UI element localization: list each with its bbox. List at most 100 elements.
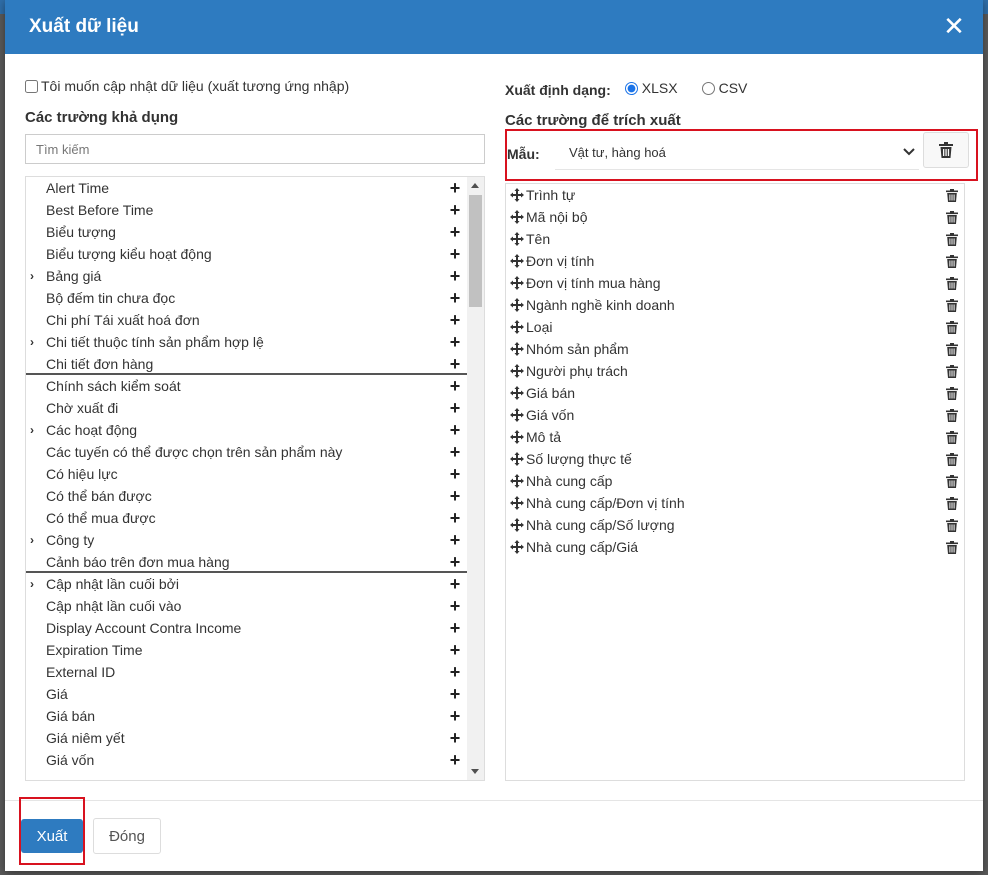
xlsx-radio-input[interactable] [624, 81, 638, 95]
move-icon[interactable] [510, 540, 524, 554]
trash-icon[interactable] [946, 475, 958, 488]
export-field-item[interactable]: Người phụ trách [506, 360, 964, 382]
available-field-item[interactable]: Giá + [26, 683, 468, 705]
trash-icon[interactable] [946, 541, 958, 554]
plus-icon[interactable]: + [448, 243, 462, 265]
scrollbar[interactable] [467, 177, 484, 780]
export-field-item[interactable]: Giá bán [506, 382, 964, 404]
plus-icon[interactable]: + [448, 573, 462, 595]
move-icon[interactable] [510, 386, 524, 400]
plus-icon[interactable]: + [448, 749, 462, 771]
plus-icon[interactable]: + [448, 419, 462, 441]
format-csv-radio[interactable]: CSV [701, 80, 747, 96]
trash-icon[interactable] [946, 233, 958, 246]
available-field-item[interactable]: Chờ xuất đi + [26, 397, 468, 419]
export-field-item[interactable]: Loại [506, 316, 964, 338]
chevron-right-icon[interactable]: › [30, 331, 40, 353]
trash-icon[interactable] [946, 321, 958, 334]
trash-icon[interactable] [946, 387, 958, 400]
available-field-item[interactable]: Có thể bán được + [26, 485, 468, 507]
available-field-item[interactable]: Bộ đếm tin chưa đọc + [26, 287, 468, 309]
plus-icon[interactable]: + [448, 221, 462, 243]
trash-icon[interactable] [946, 497, 958, 510]
update-data-checkbox-row[interactable]: Tôi muốn cập nhật dữ liệu (xuất tương ứn… [25, 78, 349, 94]
close-button[interactable]: Đóng [93, 818, 161, 854]
move-icon[interactable] [510, 298, 524, 312]
plus-icon[interactable]: + [448, 507, 462, 529]
plus-icon[interactable]: + [448, 309, 462, 331]
available-field-item[interactable]: › Bảng giá + [26, 265, 468, 287]
move-icon[interactable] [510, 210, 524, 224]
trash-icon[interactable] [946, 431, 958, 444]
trash-icon[interactable] [946, 519, 958, 532]
plus-icon[interactable]: + [448, 375, 462, 397]
search-input[interactable] [25, 134, 485, 164]
move-icon[interactable] [510, 496, 524, 510]
move-icon[interactable] [510, 518, 524, 532]
scroll-down-icon[interactable] [471, 769, 479, 774]
plus-icon[interactable]: + [448, 727, 462, 749]
available-field-item[interactable]: Các tuyến có thể được chọn trên sản phẩm… [26, 441, 468, 463]
available-field-item[interactable]: Có hiệu lực + [26, 463, 468, 485]
plus-icon[interactable]: + [448, 353, 462, 375]
plus-icon[interactable]: + [448, 617, 462, 639]
plus-icon[interactable]: + [448, 265, 462, 287]
trash-icon[interactable] [946, 211, 958, 224]
export-field-item[interactable]: Mã nội bộ [506, 206, 964, 228]
move-icon[interactable] [510, 364, 524, 378]
plus-icon[interactable]: + [448, 683, 462, 705]
available-field-item[interactable]: Giá bán + [26, 705, 468, 727]
chevron-right-icon[interactable]: › [30, 419, 40, 441]
chevron-right-icon[interactable]: › [30, 573, 40, 595]
export-field-item[interactable]: Nhà cung cấp/Giá [506, 536, 964, 558]
move-icon[interactable] [510, 188, 524, 202]
plus-icon[interactable]: + [448, 529, 462, 551]
available-field-item[interactable]: Chi phí Tái xuất hoá đơn + [26, 309, 468, 331]
available-field-item[interactable]: › Công ty + [26, 529, 468, 551]
export-field-item[interactable]: Nhà cung cấp/Số lượng [506, 514, 964, 536]
trash-icon[interactable] [946, 343, 958, 356]
trash-icon[interactable] [946, 189, 958, 202]
move-icon[interactable] [510, 430, 524, 444]
move-icon[interactable] [510, 342, 524, 356]
available-field-item[interactable]: Cảnh báo trên đơn mua hàng + [26, 551, 468, 573]
available-field-item[interactable]: Alert Time + [26, 177, 468, 199]
move-icon[interactable] [510, 254, 524, 268]
available-field-item[interactable]: Chi tiết đơn hàng + [26, 353, 468, 375]
export-field-item[interactable]: Giá vốn [506, 404, 964, 426]
move-icon[interactable] [510, 408, 524, 422]
export-field-item[interactable]: Số lượng thực tế [506, 448, 964, 470]
available-field-item[interactable]: Biểu tượng kiểu hoạt động + [26, 243, 468, 265]
available-field-item[interactable]: Display Account Contra Income + [26, 617, 468, 639]
trash-icon[interactable] [946, 365, 958, 378]
format-xlsx-radio[interactable]: XLSX [624, 80, 678, 96]
plus-icon[interactable]: + [448, 463, 462, 485]
trash-icon[interactable] [946, 277, 958, 290]
csv-radio-input[interactable] [701, 81, 715, 95]
export-field-item[interactable]: Đơn vị tính mua hàng [506, 272, 964, 294]
available-field-item[interactable]: › Chi tiết thuộc tính sản phẩm hợp lệ + [26, 331, 468, 353]
available-field-item[interactable]: Cập nhật lần cuối vào + [26, 595, 468, 617]
scroll-thumb[interactable] [469, 195, 482, 307]
available-field-item[interactable]: Chính sách kiểm soát + [26, 375, 468, 397]
available-field-item[interactable]: Best Before Time + [26, 199, 468, 221]
plus-icon[interactable]: + [448, 287, 462, 309]
scroll-up-icon[interactable] [471, 183, 479, 188]
available-field-item[interactable]: Giá niêm yết + [26, 727, 468, 749]
export-field-item[interactable]: Nhà cung cấp/Đơn vị tính [506, 492, 964, 514]
plus-icon[interactable]: + [448, 595, 462, 617]
plus-icon[interactable]: + [448, 441, 462, 463]
chevron-right-icon[interactable]: › [30, 529, 40, 551]
trash-icon[interactable] [946, 409, 958, 422]
export-field-item[interactable]: Nhóm sản phẩm [506, 338, 964, 360]
available-field-item[interactable]: Giá vốn + [26, 749, 468, 771]
plus-icon[interactable]: + [448, 177, 462, 199]
export-field-item[interactable]: Ngành nghề kinh doanh [506, 294, 964, 316]
chevron-right-icon[interactable]: › [30, 265, 40, 287]
close-icon[interactable]: ✕ [943, 13, 965, 39]
plus-icon[interactable]: + [448, 331, 462, 353]
plus-icon[interactable]: + [448, 661, 462, 683]
available-field-item[interactable]: External ID + [26, 661, 468, 683]
move-icon[interactable] [510, 452, 524, 466]
trash-icon[interactable] [946, 453, 958, 466]
